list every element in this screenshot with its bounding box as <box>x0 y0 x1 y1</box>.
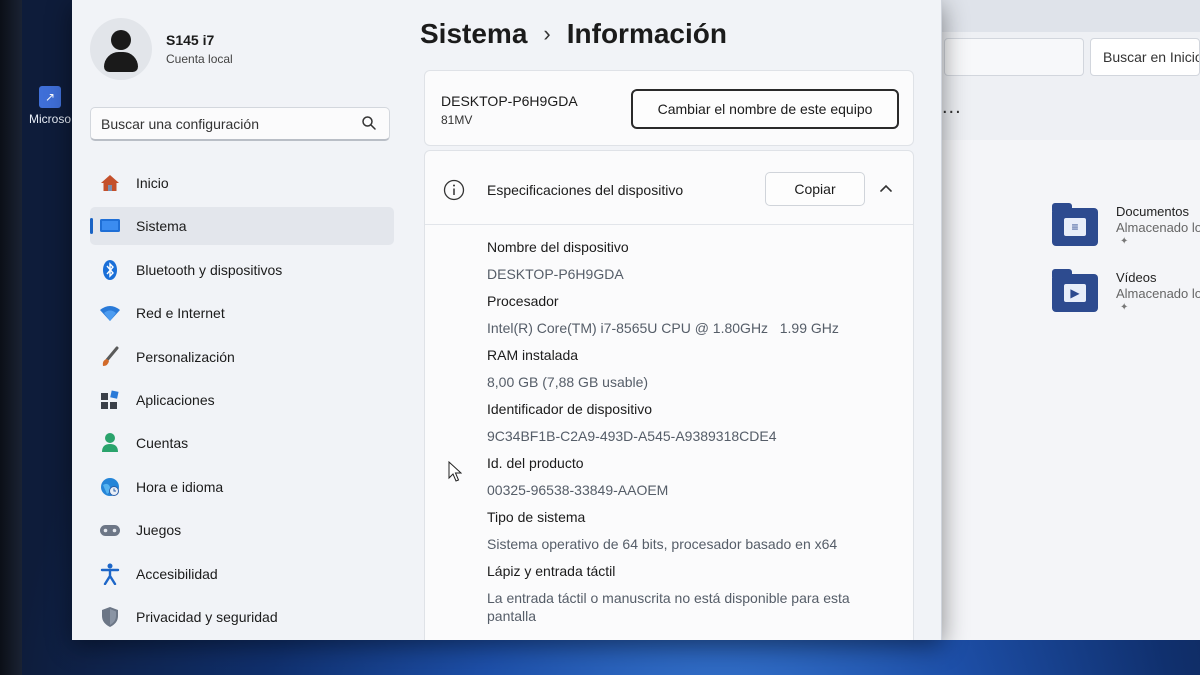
sidebar-item-label: Personalización <box>136 348 235 365</box>
copy-button[interactable]: Copiar <box>765 172 865 206</box>
user-icon-body <box>104 52 138 72</box>
profile-name: S145 i7 <box>166 32 215 48</box>
sidebar-item-label: Accesibilidad <box>136 565 218 582</box>
spec-value: 9C34BF1B-C2A9-493D-A545-A9389318CDE4 <box>487 428 777 444</box>
explorer-title-bar[interactable] <box>930 0 1200 32</box>
videos-folder-icon: ▶ <box>1052 269 1098 312</box>
apps-icon <box>98 389 122 411</box>
file-explorer-window[interactable]: Buscar en Inicio ... ≡ Documentos Almace… <box>930 0 1200 640</box>
folder-name: Vídeos <box>1116 270 1157 285</box>
sidebar-item-aplicaciones[interactable]: Aplicaciones <box>90 381 394 419</box>
sidebar-item-juegos[interactable]: Juegos <box>90 511 394 549</box>
page-title: Información <box>566 18 727 49</box>
device-specs-card: Especificaciones del dispositivo Copiar … <box>424 150 914 640</box>
globe-clock-icon <box>98 476 122 498</box>
explorer-more-button[interactable]: ... <box>942 96 962 119</box>
settings-search[interactable] <box>90 107 390 141</box>
accounts-icon <box>98 432 122 454</box>
sidebar-item-privacidad[interactable]: Privacidad y seguridad <box>90 598 394 636</box>
device-name-card: DESKTOP-P6H9GDA 81MV Cambiar el nombre d… <box>424 70 914 146</box>
system-icon <box>98 215 122 237</box>
sidebar-item-label: Juegos <box>136 522 182 539</box>
spec-label: Nombre del dispositivo <box>487 239 629 255</box>
mouse-cursor-icon <box>448 461 462 482</box>
breadcrumb-parent[interactable]: Sistema <box>420 18 527 50</box>
account-type: Cuenta local <box>166 52 233 66</box>
search-icon[interactable] <box>361 115 377 131</box>
sidebar-item-personalizacion[interactable]: Personalización <box>90 338 394 376</box>
sidebar-item-inicio[interactable]: Inicio <box>90 164 394 202</box>
folder-documentos[interactable]: ≡ Documentos Almacenado localmente ✦ <box>1052 203 1200 264</box>
specs-header[interactable]: Especificaciones del dispositivo Copiar <box>425 151 913 225</box>
spec-value: La entrada táctil o manuscrita no está d… <box>487 590 850 624</box>
search-input[interactable] <box>91 108 351 140</box>
folder-name: Documentos <box>1116 204 1189 219</box>
spec-value: DESKTOP-P6H9GDA <box>487 266 624 282</box>
spec-label: Lápiz y entrada táctil <box>487 563 616 579</box>
shield-icon <box>98 606 122 628</box>
settings-window[interactable]: S145 i7 Cuenta local Inicio Sistema Blue… <box>72 0 942 640</box>
chevron-up-icon[interactable] <box>877 180 895 198</box>
spec-label: Identificador de dispositivo <box>487 401 652 417</box>
wifi-icon <box>98 302 122 324</box>
breadcrumb-separator: › <box>543 21 551 46</box>
rename-pc-button[interactable]: Cambiar el nombre de este equipo <box>631 89 899 129</box>
spec-label: Id. del producto <box>487 455 584 471</box>
sidebar-item-label: Sistema <box>136 218 187 235</box>
screen-bezel <box>0 0 22 675</box>
sidebar-item-accesibilidad[interactable]: Accesibilidad <box>90 555 394 593</box>
accessibility-icon <box>98 563 122 585</box>
pin-icon: ✦ <box>1120 236 1129 247</box>
specs-title: Especificaciones del dispositivo <box>487 182 684 198</box>
avatar[interactable] <box>90 18 152 80</box>
explorer-content: ≡ Documentos Almacenado localmente ✦ ▶ V… <box>930 140 1200 640</box>
sidebar-nav: Inicio Sistema Bluetooth y dispositivos … <box>90 164 394 640</box>
gamepad-icon <box>98 519 122 541</box>
device-model: 81MV <box>441 113 473 127</box>
sidebar-item-cuentas[interactable]: Cuentas <box>90 424 394 462</box>
explorer-search-box[interactable]: Buscar en Inicio <box>1090 38 1200 76</box>
desktop-shortcut[interactable]: ↗ Microso <box>26 86 74 126</box>
explorer-address-bar[interactable] <box>944 38 1084 76</box>
sidebar-item-hora[interactable]: Hora e idioma <box>90 468 394 506</box>
sidebar-item-label: Bluetooth y dispositivos <box>136 261 283 278</box>
spec-value: Sistema operativo de 64 bits, procesador… <box>487 536 838 552</box>
sidebar-item-bluetooth[interactable]: Bluetooth y dispositivos <box>90 251 394 289</box>
folder-location: Almacenado localmente <box>1116 220 1200 235</box>
sidebar-item-sistema[interactable]: Sistema <box>90 207 394 246</box>
folder-location: Almacenado localmente <box>1116 286 1200 301</box>
documents-folder-icon: ≡ <box>1052 203 1098 246</box>
home-icon <box>98 172 122 194</box>
specs-list: Nombre del dispositivo DESKTOP-P6H9GDA P… <box>487 238 907 634</box>
spec-value: 8,00 GB (7,88 GB usable) <box>487 374 649 390</box>
desktop-shortcut-label: Microso <box>28 112 71 126</box>
sidebar-item-label: Aplicaciones <box>136 391 215 408</box>
sidebar-item-label: Cuentas <box>136 435 189 452</box>
info-icon <box>443 179 465 201</box>
user-icon-head <box>111 30 131 50</box>
folder-videos[interactable]: ▶ Vídeos Almacenado localmente ✦ <box>1052 269 1200 330</box>
sidebar-item-label: Hora e idioma <box>136 478 224 495</box>
sidebar-item-label: Inicio <box>136 175 169 191</box>
device-name: DESKTOP-P6H9GDA <box>441 93 578 109</box>
spec-value: 00325-96538-33849-AAOEM <box>487 482 669 498</box>
breadcrumb: Sistema › Información <box>420 14 727 54</box>
pin-icon: ✦ <box>1120 302 1129 313</box>
spec-label: Procesador <box>487 293 559 309</box>
sidebar-item-label: Privacidad y seguridad <box>136 608 278 625</box>
spec-label: Tipo de sistema <box>487 509 586 525</box>
shortcut-arrow-icon: ↗ <box>39 86 61 108</box>
spec-label: RAM instalada <box>487 347 579 363</box>
brush-icon <box>98 346 122 368</box>
spec-value: Intel(R) Core(TM) i7-8565U CPU @ 1.80GHz… <box>487 320 839 336</box>
sidebar-item-red[interactable]: Red e Internet <box>90 294 394 332</box>
bluetooth-icon <box>98 259 122 281</box>
sidebar-item-label: Red e Internet <box>136 305 225 322</box>
